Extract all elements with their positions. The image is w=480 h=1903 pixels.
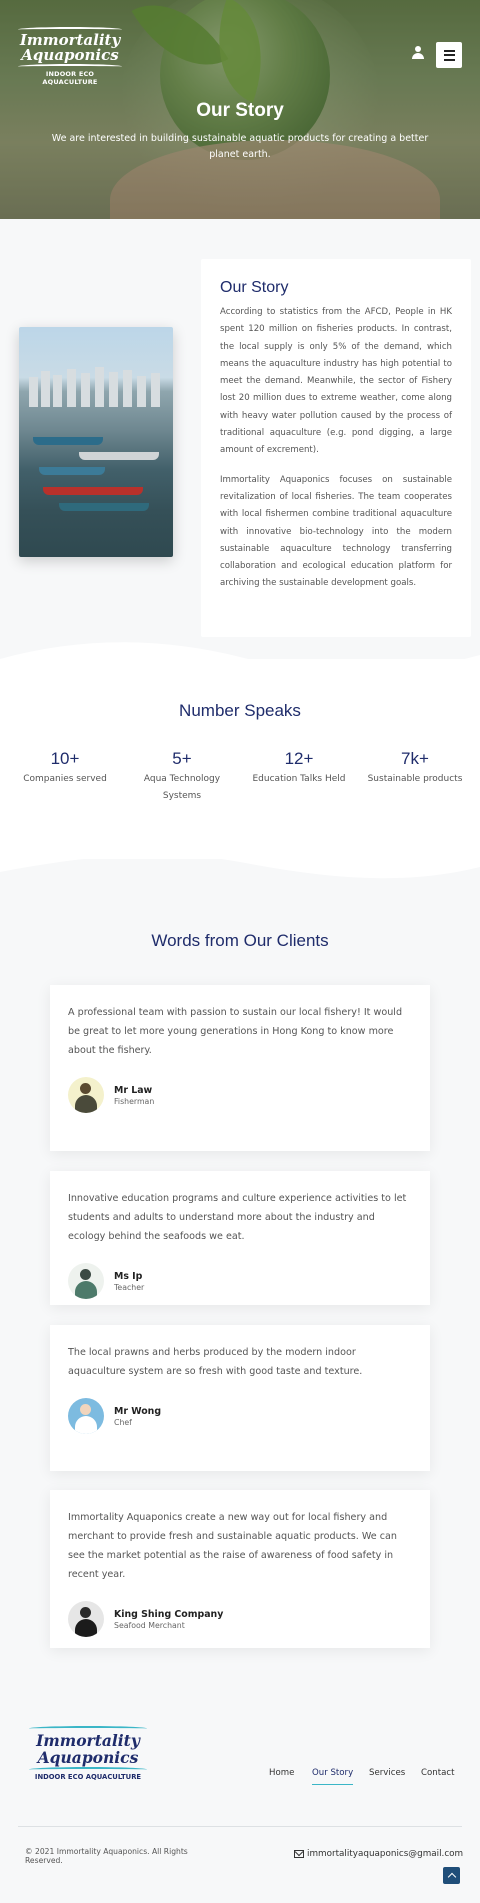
testimonial-card: A professional team with passion to sust… [50, 985, 430, 1151]
testimonial-role: Teacher [114, 1282, 145, 1292]
footer-divider [18, 1826, 462, 1827]
testimonial-card: The local prawns and herbs produced by t… [50, 1325, 430, 1471]
testimonial-role: Fisherman [114, 1096, 155, 1106]
testimonial-quote: A professional team with passion to sust… [68, 1007, 403, 1056]
page-title: Our Story [196, 100, 284, 121]
stat-label: Companies served [23, 774, 107, 784]
stat-item: 10+ Companies served [5, 749, 125, 788]
site-logo[interactable]: Immortality Aquaponics INDOOR ECO AQUACU… [18, 26, 122, 86]
footer-email[interactable]: immortalityaquaponics@gmail.com [294, 1849, 463, 1859]
copyright-text: © 2021 Immortality Aquaponics. All Right… [25, 1847, 188, 1865]
teacher-avatar [68, 1263, 104, 1299]
story-paragraph: According to statistics from the AFCD, P… [220, 307, 452, 456]
testimonial-quote: Innovative education programs and cultur… [68, 1193, 407, 1242]
chef-avatar [68, 1398, 104, 1434]
numbers-section: Number Speaks 10+ Companies served 5+ Aq… [0, 642, 480, 881]
footer-logo[interactable]: Immortality Aquaponics INDOOR ECO AQUACU… [29, 1725, 147, 1787]
testimonial-role: Chef [114, 1417, 132, 1427]
fisherman-avatar [68, 1077, 104, 1113]
testimonial-name: Mr Law [114, 1084, 153, 1096]
site-footer: Immortality Aquaponics INDOOR ECO AQUACU… [0, 1677, 480, 1903]
stat-item: 5+ Aqua Technology Systems [122, 749, 242, 805]
testimonial-name: King Shing Company [114, 1608, 224, 1620]
chevron-up-icon [447, 1872, 456, 1882]
stat-label: Aqua Technology Systems [143, 774, 221, 801]
story-card: Our Story According to statistics from t… [201, 259, 471, 637]
harbour-photo [19, 327, 173, 557]
testimonial-quote: The local prawns and herbs produced by t… [68, 1347, 363, 1377]
testimonial-card: Immortality Aquaponics create a new way … [50, 1490, 430, 1648]
hero-banner: Immortality Aquaponics INDOOR ECO AQUACU… [0, 0, 480, 219]
footer-nav-services[interactable]: Services [369, 1768, 405, 1778]
stat-item: 12+ Education Talks Held [239, 749, 359, 788]
hamburger-menu-icon[interactable] [436, 42, 462, 68]
email-address[interactable]: immortalityaquaponics@gmail.com [307, 1849, 463, 1859]
stat-label: Sustainable products [367, 774, 463, 784]
wave-divider [0, 837, 480, 879]
testimonial-name: Ms Ip [114, 1270, 143, 1282]
testimonial-quote: Immortality Aquaponics create a new way … [68, 1512, 397, 1580]
footer-nav-contact[interactable]: Contact [421, 1768, 454, 1778]
testimonials-section: Words from Our Clients A professional te… [0, 881, 480, 1677]
numbers-heading: Number Speaks [179, 701, 301, 720]
stat-value: 10+ [50, 749, 80, 768]
stat-label: Education Talks Held [252, 774, 346, 784]
merchant-avatar [68, 1601, 104, 1637]
testimonial-card: Innovative education programs and cultur… [50, 1171, 430, 1305]
footer-nav-our-story[interactable]: Our Story [312, 1768, 353, 1785]
user-icon[interactable] [411, 46, 425, 60]
testimonials-heading: Words from Our Clients [151, 931, 329, 950]
footer-nav-home[interactable]: Home [269, 1768, 294, 1778]
stat-item: 7k+ Sustainable products [355, 749, 475, 788]
stat-value: 12+ [284, 749, 314, 768]
testimonial-name: Mr Wong [114, 1405, 162, 1417]
stat-value: 7k+ [401, 749, 429, 768]
stat-value: 5+ [172, 749, 192, 768]
story-section: Our Story According to statistics from t… [0, 219, 480, 659]
story-paragraph: Immortality Aquaponics focuses on sustai… [220, 474, 452, 589]
mail-icon [294, 1850, 304, 1858]
back-to-top-button[interactable] [443, 1867, 460, 1884]
story-heading: Our Story [220, 279, 289, 296]
hero-subtitle: We are interested in building sustainabl… [51, 133, 429, 160]
testimonial-role: Seafood Merchant [114, 1620, 185, 1630]
